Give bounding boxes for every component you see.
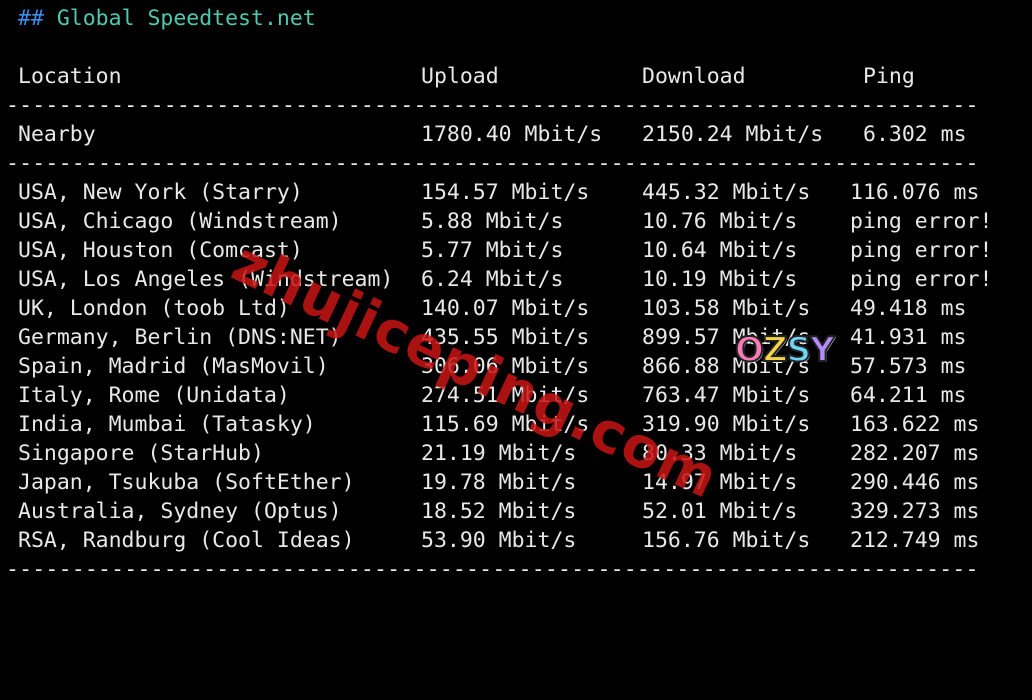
row-ping: 212.749 ms <box>850 528 980 553</box>
row-location: Spain, Madrid (MasMovil) <box>18 354 329 379</box>
nearby-location: Nearby <box>18 122 96 147</box>
table-row: Singapore (StarHub) 21.19 Mbit/s 80.33 M… <box>0 439 979 468</box>
row-upload: 6.24 Mbit/s <box>421 267 564 292</box>
row-upload: 154.57 Mbit/s <box>421 180 590 205</box>
header-upload: Upload <box>421 64 499 89</box>
table-row: India, Mumbai (Tatasky) 115.69 Mbit/s 31… <box>0 410 979 439</box>
table-row: Germany, Berlin (DNS:NET) 435.55 Mbit/s … <box>0 323 967 352</box>
row-download: 156.76 Mbit/s <box>642 528 811 553</box>
row-ping: 57.573 ms <box>850 354 967 379</box>
row-download: 52.01 Mbit/s <box>642 499 798 524</box>
row-upload: 53.90 Mbit/s <box>421 528 577 553</box>
row-ping: 290.446 ms <box>850 470 980 495</box>
nearby-upload: 1780.40 Mbit/s <box>421 122 603 147</box>
row-ping: 116.076 ms <box>850 180 980 205</box>
row-location: USA, Houston (Comcast) <box>18 238 303 263</box>
row-location: USA, Los Angeles (Windstream) <box>18 267 394 292</box>
markdown-hash-marks: ## <box>18 6 44 31</box>
row-ping: 64.211 ms <box>850 383 967 408</box>
row-download: 445.32 Mbit/s <box>642 180 811 205</box>
row-download: 10.64 Mbit/s <box>642 238 798 263</box>
row-upload: 140.07 Mbit/s <box>421 296 590 321</box>
row-ping: 163.622 ms <box>850 412 980 437</box>
separator-line: ----------------------------------------… <box>6 93 980 118</box>
table-row: Japan, Tsukuba (SoftEther) 19.78 Mbit/s … <box>0 468 979 497</box>
row-download: 10.19 Mbit/s <box>642 267 798 292</box>
section-title: ## Global Speedtest.net <box>18 4 316 33</box>
row-download: 103.58 Mbit/s <box>642 296 811 321</box>
row-upload: 306.06 Mbit/s <box>421 354 590 379</box>
row-ping: 49.418 ms <box>850 296 967 321</box>
row-location: Germany, Berlin (DNS:NET) <box>18 325 342 350</box>
table-row: USA, Chicago (Windstream) 5.88 Mbit/s 10… <box>0 207 992 236</box>
table-row: Spain, Madrid (MasMovil) 306.06 Mbit/s 8… <box>0 352 967 381</box>
row-upload: 274.51 Mbit/s <box>421 383 590 408</box>
row-download: 10.76 Mbit/s <box>642 209 798 234</box>
table-row: USA, Houston (Comcast) 5.77 Mbit/s 10.64… <box>0 236 992 265</box>
row-upload: 435.55 Mbit/s <box>421 325 590 350</box>
table-row: RSA, Randburg (Cool Ideas) 53.90 Mbit/s … <box>0 526 979 555</box>
table-header: Location Upload Download Ping <box>0 62 915 91</box>
row-location: Japan, Tsukuba (SoftEther) <box>18 470 355 495</box>
row-download: 14.97 Mbit/s <box>642 470 798 495</box>
row-location: RSA, Randburg (Cool Ideas) <box>18 528 355 553</box>
row-location: Singapore (StarHub) <box>18 441 264 466</box>
row-location: USA, Chicago (Windstream) <box>18 209 342 234</box>
row-ping: ping error! <box>850 209 993 234</box>
row-upload: 21.19 Mbit/s <box>421 441 577 466</box>
nearby-ping: 6.302 ms <box>863 122 967 147</box>
row-upload: 18.52 Mbit/s <box>421 499 577 524</box>
row-location: UK, London (toob Ltd) <box>18 296 290 321</box>
table-row: USA, New York (Starry) 154.57 Mbit/s 445… <box>0 178 979 207</box>
row-location: USA, New York (Starry) <box>18 180 303 205</box>
table-row: Australia, Sydney (Optus) 18.52 Mbit/s 5… <box>0 497 979 526</box>
row-download: 899.57 Mbit/s <box>642 325 811 350</box>
separator-line: ----------------------------------------… <box>6 151 980 176</box>
row-download: 80.33 Mbit/s <box>642 441 798 466</box>
row-upload: 19.78 Mbit/s <box>421 470 577 495</box>
row-location: India, Mumbai (Tatasky) <box>18 412 316 437</box>
row-ping: 41.931 ms <box>850 325 967 350</box>
row-ping: 282.207 ms <box>850 441 980 466</box>
row-download: 319.90 Mbit/s <box>642 412 811 437</box>
row-download: 763.47 Mbit/s <box>642 383 811 408</box>
terminal-window: ## Global Speedtest.net Location Upload … <box>0 0 1032 582</box>
nearby-row: Nearby 1780.40 Mbit/s 2150.24 Mbit/s 6.3… <box>0 120 967 149</box>
row-location: Australia, Sydney (Optus) <box>18 499 342 524</box>
row-ping: ping error! <box>850 267 993 292</box>
row-upload: 5.77 Mbit/s <box>421 238 564 263</box>
row-location: Italy, Rome (Unidata) <box>18 383 290 408</box>
table-row: Italy, Rome (Unidata) 274.51 Mbit/s 763.… <box>0 381 967 410</box>
nearby-download: 2150.24 Mbit/s <box>642 122 824 147</box>
row-ping: ping error! <box>850 238 993 263</box>
table-row: USA, Los Angeles (Windstream) 6.24 Mbit/… <box>0 265 992 294</box>
row-upload: 115.69 Mbit/s <box>421 412 590 437</box>
row-upload: 5.88 Mbit/s <box>421 209 564 234</box>
row-ping: 329.273 ms <box>850 499 980 524</box>
header-ping: Ping <box>863 64 915 89</box>
row-download: 866.88 Mbit/s <box>642 354 811 379</box>
table-row: UK, London (toob Ltd) 140.07 Mbit/s 103.… <box>0 294 967 323</box>
header-location: Location <box>18 64 122 89</box>
header-download: Download <box>642 64 746 89</box>
section-title-text: Global Speedtest.net <box>56 6 316 31</box>
separator-line: ----------------------------------------… <box>6 557 980 582</box>
